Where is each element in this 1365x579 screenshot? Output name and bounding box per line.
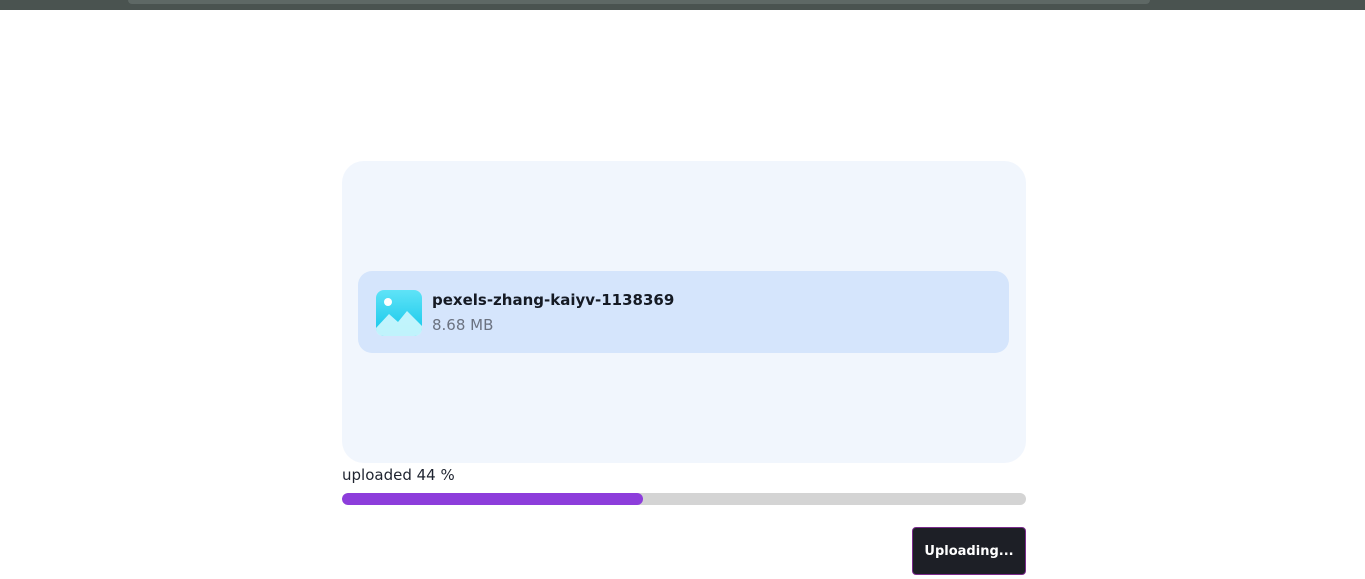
image-icon <box>376 290 422 336</box>
progress-bar-fill <box>342 493 643 505</box>
file-name: pexels-zhang-kaiyv-1138369 <box>432 291 675 309</box>
top-bar <box>0 0 1365 10</box>
progress-bar <box>342 493 1026 505</box>
upload-button[interactable]: Uploading... <box>912 527 1026 575</box>
file-dropzone[interactable]: pexels-zhang-kaiyv-1138369 8.68 MB <box>342 161 1026 463</box>
progress-label: uploaded 44 % <box>342 466 455 484</box>
file-size: 8.68 MB <box>432 316 494 334</box>
top-bar-strip <box>128 0 1150 4</box>
file-card: pexels-zhang-kaiyv-1138369 8.68 MB <box>358 271 1009 353</box>
